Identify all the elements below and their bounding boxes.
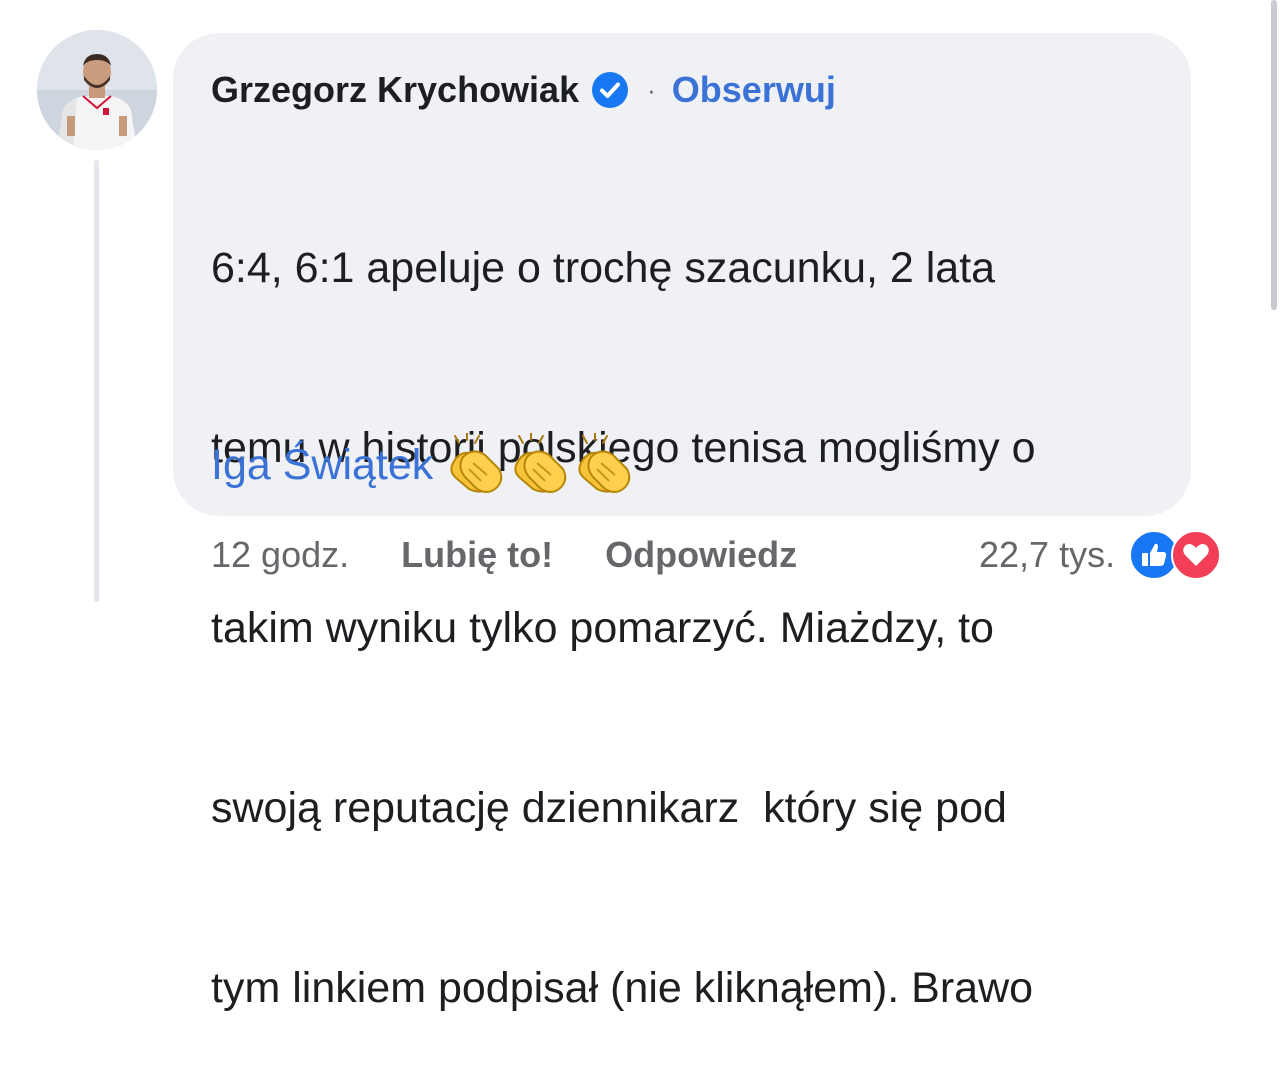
follow-button[interactable]: Obserwuj xyxy=(672,69,836,111)
avatar[interactable] xyxy=(37,30,157,150)
clapping-hands-icon xyxy=(578,433,631,493)
comment-text-line: swoją reputację dziennikarz który się po… xyxy=(211,784,1007,832)
verified-badge-icon xyxy=(591,71,629,109)
mention-line: Iga Świątek xyxy=(211,428,637,502)
reply-button[interactable]: Odpowiedz xyxy=(605,534,797,576)
clapping-hands-icon xyxy=(514,433,567,493)
thread-line xyxy=(94,160,99,602)
reactions-summary[interactable]: 22,7 tys. xyxy=(979,530,1225,580)
reaction-icons xyxy=(1129,530,1225,580)
comment-text-line: tym linkiem podpisał (nie kliknąłem). Br… xyxy=(211,964,1034,1012)
scrollbar[interactable] xyxy=(1271,0,1277,310)
emoji-group xyxy=(445,433,637,497)
love-icon xyxy=(1171,530,1222,580)
avatar-image xyxy=(37,30,157,150)
separator-dot: · xyxy=(647,74,656,105)
clapping-hands-icon xyxy=(450,433,503,493)
mention-link[interactable]: Iga Świątek xyxy=(211,441,433,490)
author-name[interactable]: Grzegorz Krychowiak xyxy=(211,69,579,111)
reaction-count[interactable]: 22,7 tys. xyxy=(979,534,1115,576)
comment-text: 6:4, 6:1 apeluje o trochę szacunku, 2 la… xyxy=(211,118,1181,1078)
timestamp[interactable]: 12 godz. xyxy=(211,534,349,576)
comment-text-line: takim wyniku tylko pomarzyć. Miażdzy, to xyxy=(211,604,994,652)
comment-actions: 12 godz. Lubię to! Odpowiedz xyxy=(211,530,797,580)
comment-text-line: 6:4, 6:1 apeluje o trochę szacunku, 2 la… xyxy=(211,244,996,292)
like-button[interactable]: Lubię to! xyxy=(401,534,553,576)
comment-header: Grzegorz Krychowiak · Obserwuj xyxy=(211,66,836,114)
